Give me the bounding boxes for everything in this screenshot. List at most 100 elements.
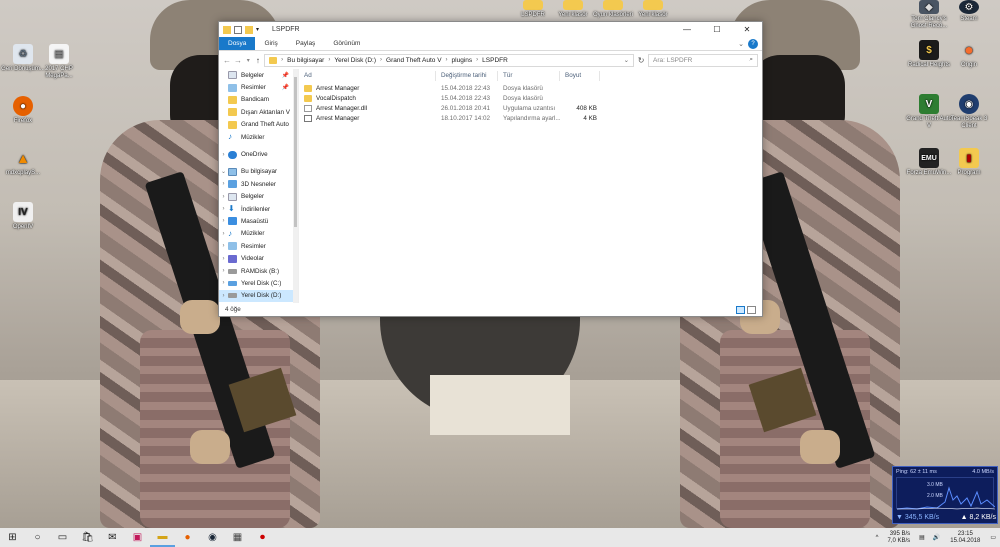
file-row[interactable]: Arrest Manager.dll 26.01.2018 20:41 Uygu… <box>299 103 762 113</box>
nav-item-pictures-pc[interactable]: › Resimler <box>219 240 298 252</box>
breadcrumb-lspdfr[interactable]: LSPDFR <box>482 57 508 64</box>
pin-icon[interactable]: 📌 <box>282 84 289 91</box>
file-row[interactable]: VocalDispatch 15.04.2018 22:43 Dosya kla… <box>299 93 762 103</box>
tab-home[interactable]: Giriş <box>255 37 286 50</box>
download-speed: ▼ 345,5 KB/s <box>896 514 940 521</box>
gta-v-icon: V <box>919 94 939 114</box>
desktop-icon-firefox[interactable]: ● Firefox <box>0 96 46 125</box>
maximize-button[interactable]: ☐ <box>702 22 732 37</box>
mail-icon[interactable]: ✉ <box>100 528 125 547</box>
steam-icon: ⚙ <box>959 0 979 14</box>
network-icon[interactable]: ▤ <box>915 534 929 541</box>
desktop-icon-chp-megapack[interactable]: ▤ 2017 CHP MegaPa... <box>36 44 82 80</box>
breadcrumb-disk-d[interactable]: Yerel Disk (D:) <box>334 57 376 64</box>
nav-item-disk-d[interactable]: › Yerel Disk (D:) <box>219 289 298 303</box>
recent-locations-icon[interactable]: ▾ <box>245 57 252 64</box>
folder-icon <box>304 84 312 92</box>
cloud-icon <box>228 150 237 159</box>
file-row[interactable]: Arrest Manager 18.10.2017 14:02 Yapıland… <box>299 114 762 124</box>
search-input[interactable]: Ara: LSPDFR ⌕ <box>648 53 758 67</box>
firefox-taskbar-icon[interactable]: ● <box>175 528 200 547</box>
nav-item-3d-objects[interactable]: › 3D Nesneler <box>219 178 298 190</box>
desktop-icon-openiv[interactable]: IV OpenIV <box>0 202 46 231</box>
nav-item-documents[interactable]: Belgeler 📌 <box>219 69 298 81</box>
pin-icon[interactable]: 📌 <box>282 72 289 79</box>
system-tray: ^ 395 B/s 7,0 KB/s ▤ 🔊 23:15 15.04.2018 … <box>872 528 1000 547</box>
desktop-icon-vlc[interactable]: ▲ mdxcplayS... <box>0 148 46 177</box>
breadcrumb-this-pc[interactable]: Bu bilgisayar <box>287 57 324 64</box>
drive-icon <box>228 268 237 274</box>
pictures-icon <box>228 83 237 92</box>
nav-item-disk-c[interactable]: › Yerel Disk (C:) <box>219 277 298 289</box>
nav-item-this-pc[interactable]: ⌄ Bu bilgisayar <box>219 166 298 178</box>
address-bar[interactable]: › Bu bilgisayar › Yerel Disk (D:) › Gran… <box>264 53 635 67</box>
search-button[interactable]: ○ <box>25 528 50 547</box>
desktop-icon-steam[interactable]: ⚙ Steam <box>946 0 992 23</box>
new-folder-icon[interactable] <box>245 25 253 34</box>
nav-item-onedrive[interactable]: › OneDrive <box>219 148 298 160</box>
nav-item-documents-pc[interactable]: › Belgeler <box>219 191 298 203</box>
tray-network-speed: 395 B/s 7,0 KB/s <box>887 530 911 544</box>
teamspeak-icon: ◉ <box>959 94 979 114</box>
show-hidden-icons-icon[interactable]: ^ <box>872 535 883 541</box>
close-button[interactable]: ✕ <box>732 22 762 37</box>
nav-scrollbar[interactable] <box>293 69 298 303</box>
details-view-icon[interactable] <box>736 305 745 314</box>
help-icon[interactable]: ? <box>748 39 758 49</box>
chevron-down-icon[interactable]: ⌄ <box>624 56 629 64</box>
record-taskbar-icon[interactable]: ⏺ <box>250 528 275 547</box>
title-bar[interactable]: ▾ LSPDFR — ☐ ✕ <box>219 22 762 37</box>
store-icon[interactable]: 🛍 <box>75 528 100 547</box>
minimize-button[interactable]: — <box>672 22 702 37</box>
breadcrumb-plugins[interactable]: plugins <box>452 57 473 64</box>
chevron-down-icon[interactable]: ▾ <box>256 26 264 34</box>
tab-view[interactable]: Görünüm <box>324 37 369 50</box>
desktop-icon-program[interactable]: ▮ Program <box>946 148 992 177</box>
file-explorer-window[interactable]: ▾ LSPDFR — ☐ ✕ Dosya Giriş Paylaş Görünü… <box>218 21 763 317</box>
start-button[interactable]: ⊞ <box>0 528 25 547</box>
column-date[interactable]: Değiştirme tarihi <box>436 71 498 81</box>
network-graph: 3.0 MB 2.0 MB <box>896 477 996 510</box>
item-count: 4 öğe <box>225 306 241 313</box>
up-arrow-icon[interactable]: ↑ <box>255 56 262 65</box>
desktop-icon-new-folder-2[interactable]: Yeni klasör <box>630 0 676 19</box>
desktop-icon-teamspeak[interactable]: ◉ TeamSpeak 3 Client <box>946 94 992 130</box>
properties-icon[interactable] <box>234 25 242 34</box>
nav-item-exported[interactable]: Dışarı Aktarılan V <box>219 106 298 118</box>
notifications-icon[interactable]: ▭ <box>986 534 1000 541</box>
app-taskbar-icon[interactable]: ▦ <box>225 528 250 547</box>
large-icons-view-icon[interactable] <box>747 305 756 314</box>
steam-taskbar-icon[interactable]: ◉ <box>200 528 225 547</box>
nav-item-pictures[interactable]: Resimler 📌 <box>219 81 298 93</box>
file-list[interactable]: Ad Değiştirme tarihi Tür Boyut Arrest Ma… <box>299 69 762 303</box>
back-arrow-icon[interactable]: ← <box>223 56 231 65</box>
max-speed-text: 4.0 MB/s <box>972 469 994 475</box>
breadcrumb-gta-v[interactable]: Grand Theft Auto V <box>386 57 442 64</box>
file-explorer-taskbar-icon[interactable]: ▬ <box>150 528 175 547</box>
desktop-icon-origin[interactable]: ● Origin <box>946 40 992 69</box>
nav-item-desktop[interactable]: › Masaüstü <box>219 215 298 227</box>
nav-item-music-quick[interactable]: ♪ Müzikler <box>219 131 298 143</box>
scrollbar-thumb[interactable] <box>294 77 297 227</box>
tab-file[interactable]: Dosya <box>219 37 256 50</box>
navigation-pane[interactable]: Belgeler 📌 Resimler 📌 Bandicam Dışarı Akta… <box>219 69 299 303</box>
nav-item-bandicam[interactable]: Bandicam <box>219 94 298 106</box>
nav-item-ramdisk[interactable]: › RAMDisk (B:) <box>219 265 298 277</box>
expand-ribbon-icon[interactable]: ⌄ <box>734 37 748 50</box>
refresh-icon[interactable]: ↻ <box>637 56 645 65</box>
column-name[interactable]: Ad <box>299 71 436 81</box>
task-view-icon[interactable]: ▭ <box>50 528 75 547</box>
windows-drive-icon <box>228 280 237 286</box>
column-size[interactable]: Boyut <box>560 71 600 81</box>
nav-item-music[interactable]: › ♪ Müzikler <box>219 228 298 240</box>
nav-item-downloads[interactable]: › ⬇ İndirilenler <box>219 203 298 215</box>
file-row[interactable]: Arrest Manager 15.04.2018 22:43 Dosya kl… <box>299 83 762 93</box>
nav-item-videos[interactable]: › Videolar <box>219 252 298 264</box>
nav-item-gta[interactable]: Grand Theft Auto <box>219 119 298 131</box>
tab-share[interactable]: Paylaş <box>287 37 325 50</box>
clock[interactable]: 23:15 15.04.2018 <box>944 531 986 545</box>
forward-arrow-icon[interactable]: → <box>234 56 242 65</box>
column-type[interactable]: Tür <box>498 71 560 81</box>
media-app-icon[interactable]: ▣ <box>125 528 150 547</box>
volume-icon[interactable]: 🔊 <box>929 534 944 541</box>
